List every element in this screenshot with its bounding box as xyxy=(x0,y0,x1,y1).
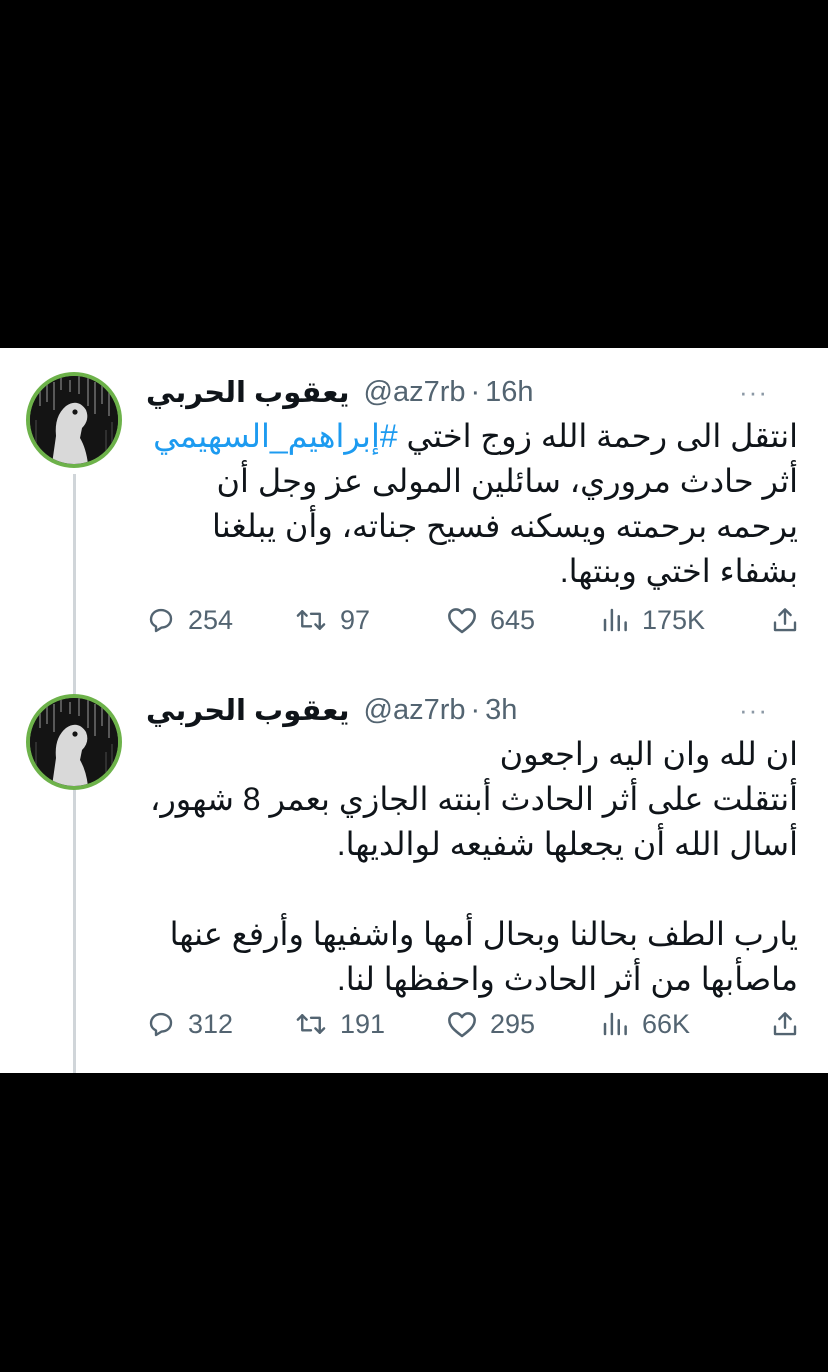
paragraph-break xyxy=(146,867,798,912)
author-handle[interactable]: @az7rb xyxy=(364,694,466,727)
tweet-text-line: ان لله وان اليه راجعون xyxy=(499,736,798,772)
share-icon xyxy=(773,608,797,632)
views-count: 66K xyxy=(642,1008,691,1039)
retweet-count: 191 xyxy=(340,1008,386,1039)
tweet-actions: 254 97 645 175K xyxy=(146,598,800,642)
author-handle[interactable]: @az7rb xyxy=(364,376,466,409)
more-icon[interactable]: ··· xyxy=(739,372,768,412)
share-button[interactable] xyxy=(770,598,800,642)
author-name[interactable]: يعقوب الحربي xyxy=(146,375,350,410)
separator-dot: · xyxy=(470,693,481,726)
tweet-timestamp[interactable]: 3h xyxy=(485,694,517,727)
like-count: 295 xyxy=(490,1008,536,1039)
heart-icon xyxy=(448,1012,476,1038)
like-button[interactable]: 295 xyxy=(446,1002,535,1046)
views-icon xyxy=(603,1012,627,1036)
avatar[interactable] xyxy=(26,372,122,468)
separator-dot: · xyxy=(470,375,481,408)
retweet-icon xyxy=(296,1014,326,1034)
reply-button[interactable]: 254 xyxy=(146,598,233,642)
tweet-text: انتقل الى رحمة الله زوج اختي #إبراهيم_ال… xyxy=(146,414,798,594)
tweet-text-part: انتقل الى رحمة الله زوج اختي xyxy=(397,418,798,454)
like-count: 645 xyxy=(490,604,536,635)
share-button[interactable] xyxy=(770,1002,800,1046)
tweet-timestamp[interactable]: 16h xyxy=(485,376,533,409)
retweet-button[interactable]: 191 xyxy=(294,1002,385,1046)
hashtag-link[interactable]: #إبراهيم_السهيمي xyxy=(153,418,398,454)
views-count: 175K xyxy=(642,604,706,635)
avatar-image xyxy=(30,698,118,786)
reply-icon xyxy=(149,608,173,633)
tweet-text-line: أسال الله أن يجعلها شفيعه لوالديها. xyxy=(336,826,798,862)
views-button[interactable]: 175K xyxy=(600,598,705,642)
views-button[interactable]: 66K xyxy=(600,1002,690,1046)
tweet-text: ان لله وان اليه راجعون أنتقلت على أثر ال… xyxy=(146,732,798,1002)
tweet-2[interactable]: يعقوب الحربي @az7rb · 3h ··· ان لله وان … xyxy=(0,668,828,1073)
avatar[interactable] xyxy=(26,694,122,790)
like-button[interactable]: 645 xyxy=(446,598,535,642)
retweet-icon xyxy=(296,610,326,630)
views-icon xyxy=(603,608,627,632)
tweet-text-part: أثر حادث مروري، سائلين المولى عز وجل أن … xyxy=(212,463,798,589)
tweet-text-line: أنتقلت على أثر الحادث أبنته الجازي بعمر … xyxy=(150,781,798,817)
share-icon xyxy=(773,1012,797,1036)
reply-count: 254 xyxy=(188,604,234,635)
tweet-text-line: يارب الطف بحالنا وبحال أمها واشفيها وأرف… xyxy=(169,916,798,997)
avatar-image xyxy=(30,376,118,464)
tweet-actions: 312 191 295 66K xyxy=(146,1002,800,1046)
heart-icon xyxy=(448,608,476,634)
thread-panel: يعقوب الحربي @az7rb · 16h ··· انتقل الى … xyxy=(0,348,828,1073)
reply-icon xyxy=(149,1012,173,1037)
reply-button[interactable]: 312 xyxy=(146,1002,233,1046)
author-name[interactable]: يعقوب الحربي xyxy=(146,693,350,728)
more-icon[interactable]: ··· xyxy=(739,690,768,730)
retweet-button[interactable]: 97 xyxy=(294,598,370,642)
retweet-count: 97 xyxy=(340,604,371,635)
reply-count: 312 xyxy=(188,1008,234,1039)
tweet-1[interactable]: يعقوب الحربي @az7rb · 16h ··· انتقل الى … xyxy=(0,348,828,668)
